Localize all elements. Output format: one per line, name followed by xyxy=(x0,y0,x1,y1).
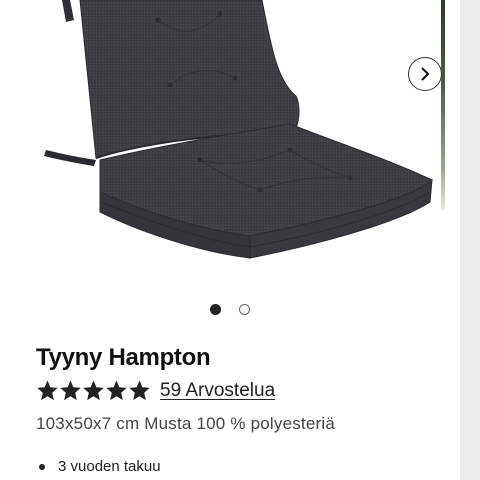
star-icon xyxy=(37,380,58,401)
next-image-preview xyxy=(441,0,445,210)
seat-cushion-image xyxy=(44,0,433,259)
page-edge xyxy=(460,0,480,480)
feature-item: 3 vuoden takuu xyxy=(36,458,161,475)
product-image-gallery[interactable] xyxy=(0,0,480,290)
rating-stars xyxy=(36,379,151,402)
gallery-pagination xyxy=(0,304,480,315)
feature-text: 3 vuoden takuu xyxy=(58,458,161,475)
star-icon xyxy=(129,380,150,401)
product-title: Tyyny Hampton xyxy=(36,344,211,371)
next-image-button[interactable] xyxy=(408,57,442,91)
reviews-link[interactable]: 59 Arvostelua xyxy=(160,380,275,402)
gallery-dot-1[interactable] xyxy=(210,304,221,315)
feature-list: 3 vuoden takuu xyxy=(36,458,161,475)
bullet-icon xyxy=(39,463,45,470)
star-icon xyxy=(106,380,127,401)
gallery-dot-2[interactable] xyxy=(239,304,250,315)
product-description: 103x50x7 cm Musta 100 % polyesteriä xyxy=(36,414,335,433)
product-rating: 59 Arvostelua xyxy=(36,379,275,402)
chevron-right-icon xyxy=(421,67,430,81)
star-icon xyxy=(83,380,104,401)
star-icon xyxy=(60,380,81,401)
